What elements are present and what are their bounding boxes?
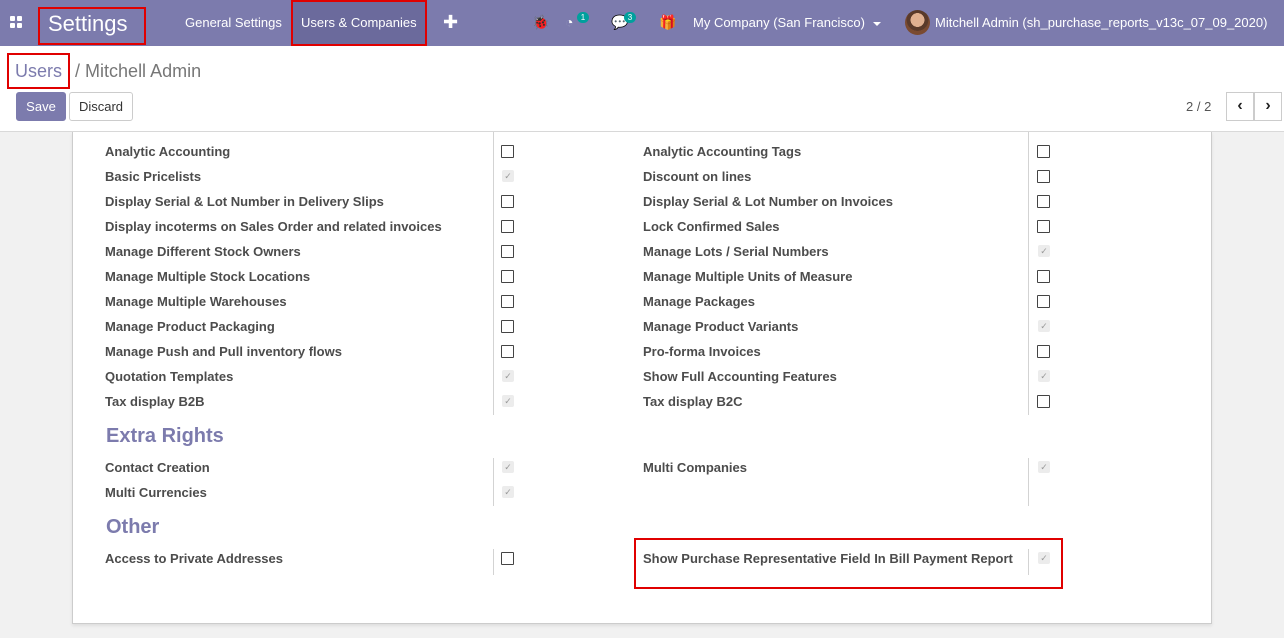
app-title: Settings [38, 7, 146, 45]
field-label: Manage Product Packaging [105, 319, 275, 334]
field-checkbox[interactable] [501, 270, 514, 283]
field-checkbox[interactable] [1037, 220, 1050, 233]
field-label: Lock Confirmed Sales [643, 219, 780, 234]
field-label: Show Full Accounting Features [643, 369, 837, 384]
section-title-extra-rights: Extra Rights [106, 425, 224, 447]
control-panel: Users / Mitchell Admin Save Discard 2 / … [0, 46, 1284, 132]
breadcrumb: Users / Mitchell Admin [7, 53, 201, 89]
activity-count-badge: 1 [577, 12, 589, 23]
breadcrumb-users-link[interactable]: Users [7, 53, 70, 89]
breadcrumb-separator: / [75, 61, 81, 81]
field-checkbox[interactable]: ✓ [502, 170, 514, 182]
field-checkbox[interactable] [501, 320, 514, 333]
field-checkbox[interactable] [501, 195, 514, 208]
field-label: Manage Lots / Serial Numbers [643, 244, 829, 259]
avatar[interactable] [905, 10, 930, 35]
menu-general-settings[interactable]: General Settings [185, 0, 282, 46]
field-label: Manage Different Stock Owners [105, 244, 301, 259]
field-label: Discount on lines [643, 169, 752, 184]
field-checkbox[interactable]: ✓ [1038, 320, 1050, 332]
column-divider [493, 132, 494, 415]
chevron-right-icon[interactable]: › [1254, 92, 1282, 121]
apps-menu-icon[interactable] [10, 16, 23, 29]
field-label: Analytic Accounting Tags [643, 144, 802, 159]
column-divider [1028, 458, 1029, 506]
field-checkbox[interactable] [1037, 395, 1050, 408]
discard-button[interactable]: Discard [69, 92, 133, 121]
highlight-box [634, 538, 1063, 589]
company-switcher[interactable]: My Company (San Francisco) [693, 0, 881, 46]
field-checkbox[interactable]: ✓ [502, 370, 514, 382]
form-sheet: Analytic Accounting Analytic Accounting T… [72, 132, 1212, 624]
pager-value[interactable]: 2 / 2 [1186, 99, 1211, 114]
menu-users-companies[interactable]: Users & Companies [291, 0, 427, 46]
field-checkbox[interactable]: ✓ [1038, 245, 1050, 257]
field-label: Quotation Templates [105, 369, 234, 384]
field-checkbox[interactable] [1037, 145, 1050, 158]
field-label: Manage Push and Pull inventory flows [105, 344, 342, 359]
field-label: Manage Multiple Warehouses [105, 294, 287, 309]
field-label: Basic Pricelists [105, 169, 202, 184]
field-checkbox[interactable] [501, 145, 514, 158]
messages-count-badge: 3 [624, 12, 636, 23]
field-checkbox[interactable]: ✓ [1038, 370, 1050, 382]
field-label: Tax display B2B [105, 394, 205, 409]
field-checkbox[interactable] [1037, 345, 1050, 358]
field-label: Pro-forma Invoices [643, 344, 761, 359]
field-checkbox[interactable] [501, 245, 514, 258]
field-label: Display Serial & Lot Number on Invoices [643, 194, 893, 209]
company-name: My Company (San Francisco) [693, 15, 865, 30]
field-label: Analytic Accounting [105, 144, 231, 159]
field-label: Multi Companies [643, 460, 748, 475]
field-label: Manage Packages [643, 294, 756, 309]
field-label: Access to Private Addresses [105, 551, 284, 566]
field-checkbox[interactable] [1037, 170, 1050, 183]
breadcrumb-current: Mitchell Admin [85, 61, 202, 81]
field-label: Manage Product Variants [643, 319, 799, 334]
field-label: Manage Multiple Stock Locations [105, 269, 311, 284]
field-checkbox[interactable] [501, 220, 514, 233]
activity-clock-icon[interactable]: ◔ [565, 14, 573, 30]
bug-icon[interactable]: 🐞 [532, 14, 549, 31]
field-checkbox[interactable] [501, 345, 514, 358]
field-label: Display incoterms on Sales Order and rel… [105, 219, 442, 234]
user-menu[interactable]: Mitchell Admin (sh_purchase_reports_v13c… [935, 0, 1267, 46]
field-checkbox[interactable] [501, 295, 514, 308]
field-label: Display Serial & Lot Number in Delivery … [105, 194, 384, 209]
field-checkbox[interactable] [1037, 270, 1050, 283]
field-label: Contact Creation [105, 460, 210, 475]
field-checkbox[interactable]: ✓ [502, 486, 514, 498]
chevron-left-icon[interactable]: ‹ [1226, 92, 1254, 121]
field-checkbox[interactable] [1037, 195, 1050, 208]
column-divider [1028, 132, 1029, 415]
column-divider [493, 458, 494, 506]
field-checkbox[interactable] [1037, 295, 1050, 308]
chevron-down-icon [872, 21, 881, 26]
column-divider [493, 549, 494, 575]
top-navbar: Settings General Settings Users & Compan… [0, 0, 1284, 46]
field-checkbox[interactable] [501, 552, 514, 565]
plus-icon[interactable]: ✚ [443, 12, 458, 33]
field-label: Manage Multiple Units of Measure [643, 269, 853, 284]
field-checkbox[interactable]: ✓ [1038, 461, 1050, 473]
field-label: Multi Currencies [105, 485, 207, 500]
field-checkbox[interactable]: ✓ [502, 461, 514, 473]
save-button[interactable]: Save [16, 92, 66, 121]
field-checkbox[interactable]: ✓ [502, 395, 514, 407]
field-label: Tax display B2C [643, 394, 743, 409]
gift-icon[interactable]: 🎁 [659, 14, 676, 31]
section-title-other: Other [106, 516, 160, 538]
